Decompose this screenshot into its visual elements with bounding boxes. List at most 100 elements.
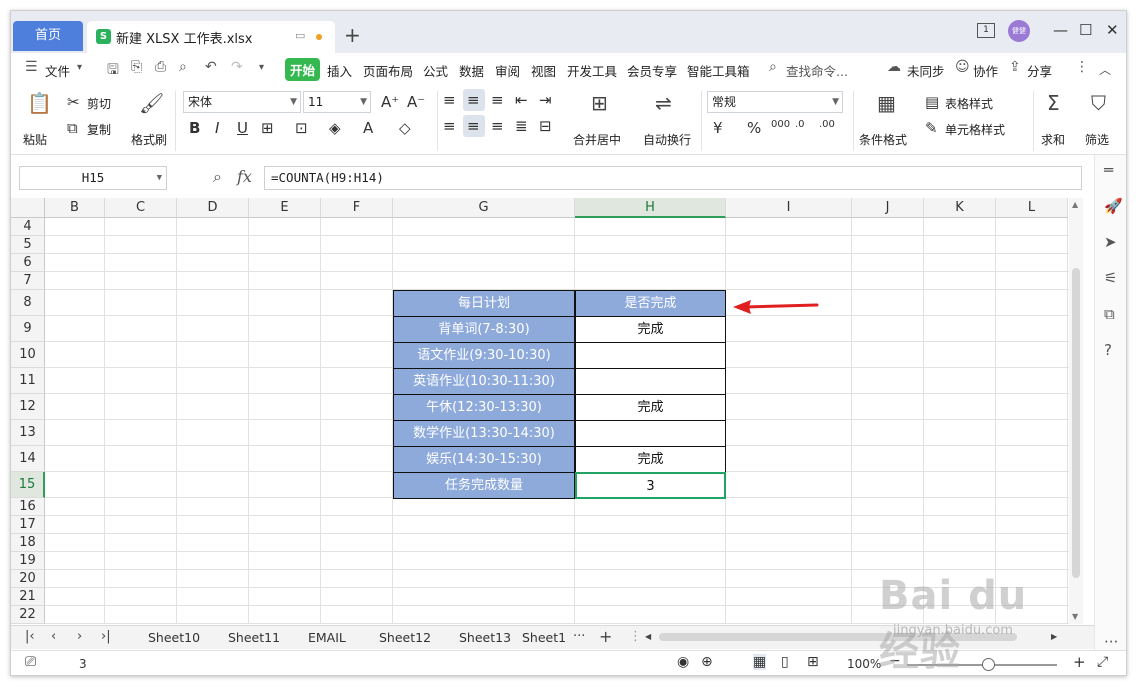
more-icon[interactable]: ⋮ [1075, 59, 1089, 75]
align-right-icon[interactable]: ≡ [491, 117, 504, 135]
row-header-15[interactable]: 15 [11, 472, 45, 498]
file-tab[interactable]: S 新建 XLSX 工作表.xlsx ▭ [87, 21, 335, 53]
vertical-scroll-thumb[interactable] [1072, 268, 1080, 578]
panel-more-icon[interactable]: ··· [1104, 633, 1118, 651]
plan-cell[interactable]: 背单词(7-8:30) [393, 316, 575, 343]
zoom-in-icon[interactable]: + [1073, 653, 1086, 671]
thousands-icon[interactable]: 000 [771, 119, 790, 130]
menu-developer[interactable]: 开发工具 [567, 61, 617, 80]
command-search[interactable]: 查找命令... [786, 61, 848, 80]
row-header-11[interactable]: 11 [11, 368, 45, 394]
column-header-g[interactable]: G [393, 198, 575, 218]
cursor-icon[interactable]: ➤ [1104, 233, 1117, 251]
border-icon[interactable]: ⊞ [261, 119, 274, 137]
align-bottom-icon[interactable]: ≡ [491, 91, 504, 109]
conditional-format-button[interactable]: 条件格式 [859, 131, 907, 148]
row-header-13[interactable]: 13 [11, 420, 45, 446]
paste-icon[interactable]: 📋 [27, 91, 52, 115]
menu-formula[interactable]: 公式 [423, 61, 448, 80]
italic-icon[interactable]: I [215, 119, 219, 137]
sum-icon[interactable]: Σ [1047, 91, 1060, 115]
sheet-tab[interactable]: Sheet11 [228, 630, 280, 645]
font-size-select[interactable]: 11 ▼ [303, 91, 371, 113]
merge-center-icon[interactable]: ⊞ [591, 91, 608, 115]
number-format-select[interactable]: 常规 ▼ [707, 91, 843, 113]
row-header-16[interactable]: 16 [11, 498, 45, 516]
sheet-tab[interactable]: EMAIL [308, 630, 346, 645]
sliders-icon[interactable]: ⚟ [1104, 269, 1117, 287]
scroll-up-icon[interactable]: ▲ [1072, 200, 1078, 209]
row-header-17[interactable]: 17 [11, 516, 45, 534]
close-icon[interactable]: ✕ [1106, 21, 1119, 39]
print-icon[interactable]: ⎙ [155, 59, 166, 75]
font-color-icon[interactable]: A [363, 119, 373, 137]
column-header-b[interactable]: B [45, 198, 105, 218]
done-cell[interactable] [575, 368, 726, 395]
plan-cell[interactable]: 数学作业(13:30-14:30) [393, 420, 575, 447]
column-header-l[interactable]: L [996, 198, 1068, 218]
fill-color-icon[interactable]: ◈ [329, 119, 341, 137]
hamburger-icon[interactable]: ☰ [25, 59, 38, 75]
copy-button[interactable]: 复制 [87, 121, 111, 138]
font-name-select[interactable]: 宋体 ▼ [183, 91, 301, 113]
done-cell[interactable]: 完成 [575, 316, 726, 343]
split-handle-icon[interactable]: ⋮ [629, 629, 642, 644]
column-header-h[interactable]: H [575, 198, 726, 218]
fx-icon[interactable]: fx [237, 167, 252, 186]
align-top-icon[interactable]: ≡ [443, 91, 456, 109]
active-cell-h15[interactable]: 3 [575, 472, 726, 499]
plan-cell[interactable]: 英语作业(10:30-11:30) [393, 368, 575, 395]
plan-cell[interactable]: 午休(12:30-13:30) [393, 394, 575, 421]
filter-icon[interactable]: ⛉ [1091, 91, 1106, 115]
undo-icon[interactable]: ↶ [205, 59, 217, 75]
auto-wrap-button[interactable]: 自动换行 [643, 131, 691, 148]
row-header-18[interactable]: 18 [11, 534, 45, 552]
plan-cell[interactable]: 语文作业(9:30-10:30) [393, 342, 575, 369]
row-header-7[interactable]: 7 [11, 272, 45, 290]
help-icon[interactable]: ? [1104, 341, 1112, 359]
sheet-tab[interactable]: Sheet1 [522, 630, 566, 645]
menu-start[interactable]: 开始 [285, 58, 321, 81]
table-style-icon[interactable]: ▤ [925, 93, 939, 111]
row-header-21[interactable]: 21 [11, 588, 45, 606]
done-cell[interactable] [575, 342, 726, 369]
column-header-e[interactable]: E [249, 198, 321, 218]
minimize-icon[interactable]: — [1053, 21, 1068, 39]
add-sheet-button[interactable]: + [599, 627, 612, 646]
new-tab-button[interactable]: + [344, 25, 361, 45]
maximize-icon[interactable]: ☐ [1079, 21, 1092, 39]
panel-menu-icon[interactable]: ═ [1104, 161, 1113, 179]
chevron-down-icon[interactable]: ▾ [77, 62, 82, 73]
monitor-icon[interactable]: ▭ [295, 29, 305, 42]
collab-button[interactable]: 协作 [973, 61, 998, 80]
row-header-22[interactable]: 22 [11, 606, 45, 624]
font-shrink-icon[interactable]: A⁻ [407, 93, 425, 111]
share-button[interactable]: 分享 [1027, 61, 1052, 80]
zoom-formula-icon[interactable]: ⌕ [213, 167, 222, 187]
decimal-increase-icon[interactable]: .0 [795, 119, 805, 130]
zoom-level[interactable]: 100% [847, 657, 881, 671]
bold-icon[interactable]: B [189, 119, 200, 137]
row-header-14[interactable]: 14 [11, 446, 45, 472]
name-box[interactable]: H15 ▼ [19, 166, 167, 190]
distribute-icon[interactable]: ⊟ [539, 117, 552, 135]
column-header-c[interactable]: C [105, 198, 177, 218]
row-header-8[interactable]: 8 [11, 290, 45, 316]
input-method-icon[interactable]: ⊕ [701, 654, 713, 670]
more-quick-icon[interactable]: ▾ [259, 62, 264, 73]
eye-protection-icon[interactable]: ◉ [677, 654, 689, 670]
cell-style-button[interactable]: 单元格样式 [945, 121, 1005, 138]
justify-icon[interactable]: ≣ [515, 117, 528, 135]
sum-button[interactable]: 求和 [1041, 131, 1065, 148]
column-header-d[interactable]: D [177, 198, 249, 218]
spreadsheet-grid[interactable]: B C D E F G H I J K L 4 5 6 7 8 9 10 11 12 13 14 15 16 17 18 19 20 2… [11, 198, 1069, 624]
auto-wrap-icon[interactable]: ⇌ [655, 91, 672, 115]
sheet-tab[interactable]: Sheet13 [459, 630, 511, 645]
table-header-plan[interactable]: 每日计划 [393, 290, 575, 317]
row-header-4[interactable]: 4 [11, 218, 45, 236]
conditional-format-icon[interactable]: ▦ [877, 91, 896, 115]
currency-icon[interactable]: ¥ [713, 119, 723, 137]
first-sheet-icon[interactable]: |‹ [25, 629, 35, 644]
next-sheet-icon[interactable]: › [77, 629, 82, 644]
sheet-tab[interactable]: Sheet10 [148, 630, 200, 645]
